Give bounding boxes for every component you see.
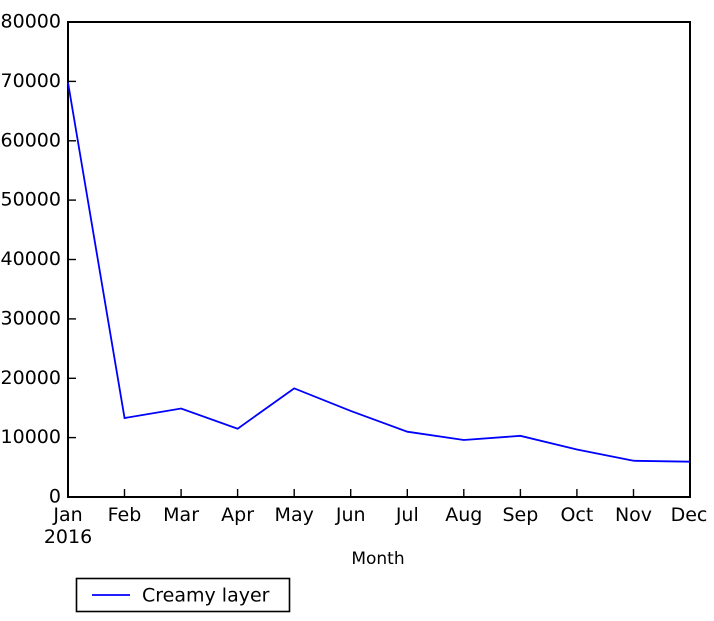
y-tick-label: 60000 (1, 129, 61, 151)
x-tick-year-label: 2016 (44, 526, 92, 548)
x-tick-label: Feb (108, 504, 142, 526)
x-tick-label: Aug (445, 504, 482, 526)
chart-legend[interactable]: Creamy layer (75, 577, 291, 613)
line-chart-canvas: 0 10000 20000 30000 40000 50000 60000 70… (0, 0, 714, 621)
x-tick-label: Sep (502, 504, 538, 526)
x-tick-label: Mar (163, 504, 199, 526)
x-tick-label: Jul (395, 504, 419, 526)
y-tick-label: 80000 (1, 11, 61, 33)
x-tick-label: Dec (671, 504, 708, 526)
y-tick-label: 20000 (1, 367, 61, 389)
y-axis-tick-labels: 0 10000 20000 30000 40000 50000 60000 70… (1, 11, 61, 508)
x-tick-label: May (275, 504, 314, 526)
x-tick-label: Oct (560, 504, 593, 526)
y-tick-label: 40000 (1, 248, 61, 270)
y-tick-label: 50000 (1, 189, 61, 211)
x-tick-label: Apr (221, 504, 254, 526)
x-tick-label: Jun (335, 504, 366, 526)
x-axis-title: Month (351, 549, 404, 569)
chart-figure: 0 10000 20000 30000 40000 50000 60000 70… (0, 0, 714, 621)
y-tick-label: 70000 (1, 70, 61, 92)
y-tick-label: 30000 (1, 307, 61, 329)
x-tick-label: Jan (52, 504, 82, 526)
legend-label-creamy-layer: Creamy layer (142, 585, 270, 607)
x-tick-label: Nov (615, 504, 652, 526)
y-tick-label: 10000 (1, 426, 61, 448)
